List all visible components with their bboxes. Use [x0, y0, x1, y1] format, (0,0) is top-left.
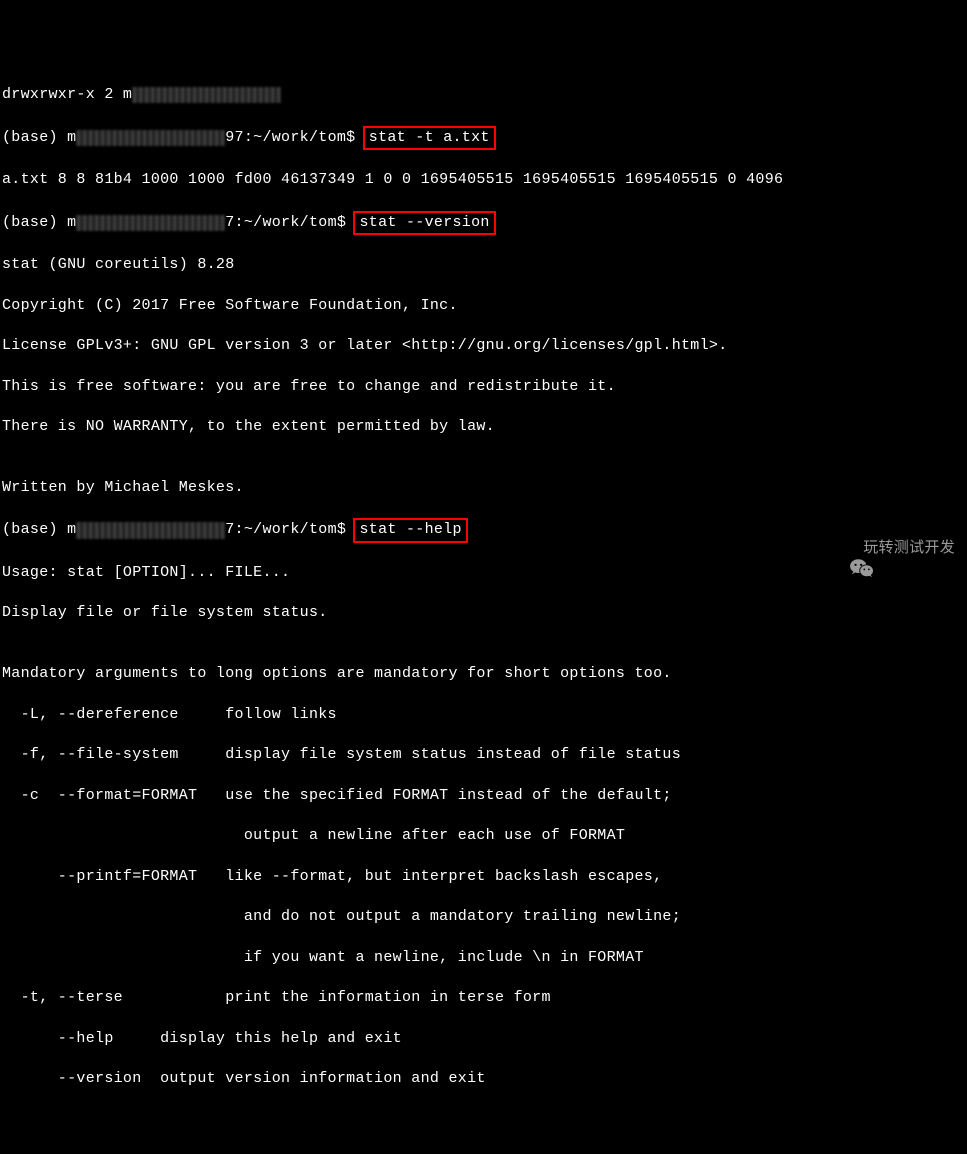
terminal-line: drwxrwxr-x 2 mxxxxxxxxxxxxxxxx: [2, 85, 965, 105]
terminal-line: -t, --terse print the information in ter…: [2, 988, 965, 1008]
terminal-line: and do not output a mandatory trailing n…: [2, 907, 965, 927]
prompt-text: (base) m: [2, 129, 76, 146]
command-text: stat --help: [359, 521, 461, 538]
terminal-line: stat (GNU coreutils) 8.28: [2, 255, 965, 275]
terminal-line: License GPLv3+: GNU GPL version 3 or lat…: [2, 336, 965, 356]
terminal-line: --version output version information and…: [2, 1069, 965, 1089]
redacted-text: xxxxxxxxxxxxxxxx: [76, 213, 225, 233]
terminal-line: Written by Michael Meskes.: [2, 478, 965, 498]
highlighted-command: stat --version: [353, 211, 495, 235]
terminal-line: This is free software: you are free to c…: [2, 377, 965, 397]
command-text: stat -t a.txt: [369, 129, 490, 146]
redacted-text: xxxxxxxxxxxxxxxx: [132, 85, 281, 105]
highlighted-command: stat -t a.txt: [363, 126, 496, 150]
prompt-path: 7:~/work/tom$: [225, 521, 355, 538]
terminal-line: a.txt 8 8 81b4 1000 1000 fd00 46137349 1…: [2, 170, 965, 190]
terminal-line: if you want a newline, include \n in FOR…: [2, 948, 965, 968]
terminal-line: output a newline after each use of FORMA…: [2, 826, 965, 846]
wechat-icon: [831, 537, 857, 559]
command-text: stat --version: [359, 214, 489, 231]
terminal-line: -c --format=FORMAT use the specified FOR…: [2, 786, 965, 806]
highlighted-command: stat --help: [353, 518, 467, 542]
terminal-line: Copyright (C) 2017 Free Software Foundat…: [2, 296, 965, 316]
prompt-path: 7:~/work/tom$: [225, 214, 355, 231]
terminal-line: -f, --file-system display file system st…: [2, 745, 965, 765]
terminal-line: Display file or file system status.: [2, 603, 965, 623]
watermark-text: 玩转测试开发: [863, 538, 955, 558]
terminal-line: --printf=FORMAT like --format, but inter…: [2, 867, 965, 887]
terminal-line: (base) mxxxxxxxxxxxxxxxx7:~/work/tom$ st…: [2, 211, 965, 235]
output-text: [281, 86, 653, 103]
output-text: drwxrwxr-x 2 m: [2, 86, 132, 103]
terminal-line: Usage: stat [OPTION]... FILE...: [2, 563, 965, 583]
terminal-line: -L, --dereference follow links: [2, 705, 965, 725]
terminal-line: Mandatory arguments to long options are …: [2, 664, 965, 684]
prompt-path: 97:~/work/tom$: [225, 129, 365, 146]
watermark: 玩转测试开发: [831, 537, 955, 559]
prompt-text: (base) m: [2, 214, 76, 231]
terminal-line: There is NO WARRANTY, to the extent perm…: [2, 417, 965, 437]
terminal-line: (base) mxxxxxxxxxxxxxxxx97:~/work/tom$ s…: [2, 126, 965, 150]
redacted-text: xxxxxxxxxxxxxxxx: [76, 520, 225, 540]
terminal-line: --help display this help and exit: [2, 1029, 965, 1049]
prompt-text: (base) m: [2, 521, 76, 538]
terminal-line: (base) mxxxxxxxxxxxxxxxx7:~/work/tom$ st…: [2, 518, 965, 542]
redacted-text: xxxxxxxxxxxxxxxx: [76, 128, 225, 148]
